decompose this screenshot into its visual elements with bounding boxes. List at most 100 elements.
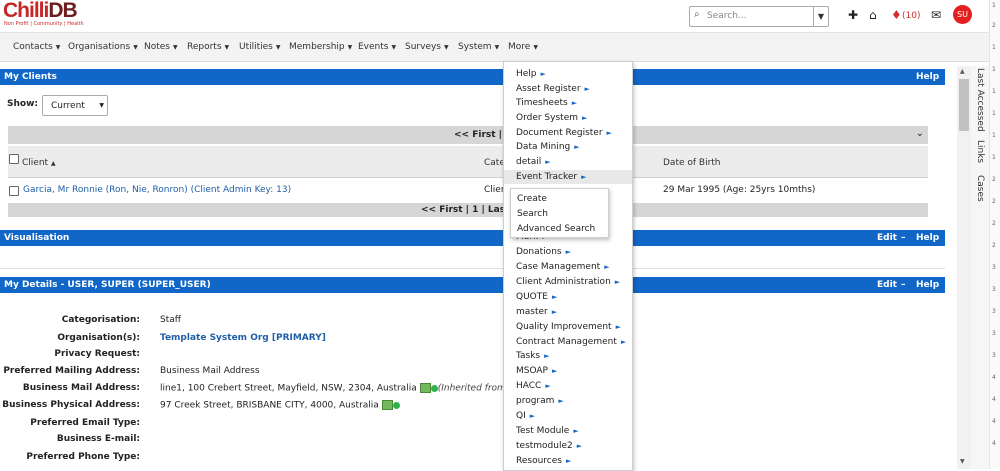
ruler-mark: 1 xyxy=(992,66,996,73)
submenu-item-advanced-search[interactable]: Advanced Search xyxy=(517,224,595,234)
nav-label: Contacts xyxy=(13,42,53,52)
organisation-link[interactable]: Template System Org [PRIMARY] xyxy=(160,333,326,343)
bell-icon[interactable]: ♦ xyxy=(891,8,902,22)
menu-item-resources[interactable]: Resources ► xyxy=(504,454,632,468)
nav-notes[interactable]: Notes ▼ xyxy=(144,42,178,52)
menu-item-contract-management[interactable]: Contract Management ► xyxy=(504,335,632,349)
chevron-down-icon[interactable]: ⌄ xyxy=(916,128,924,139)
detail-value-wrap: 97 Creek Street, BRISBANE CITY, 4000, Au… xyxy=(160,400,400,411)
column-header-category[interactable]: Cate xyxy=(484,158,505,168)
detail-label: Categorisation: xyxy=(61,315,140,325)
nav-system[interactable]: System ▼ xyxy=(458,42,499,52)
menu-item-help[interactable]: Help ► xyxy=(504,67,632,81)
menu-item-tasks[interactable]: Tasks ► xyxy=(504,349,632,363)
nav-events[interactable]: Events ▼ xyxy=(358,42,396,52)
caret-down-icon: ▼ xyxy=(173,44,178,51)
menu-item-timesheets[interactable]: Timesheets ► xyxy=(504,96,632,110)
avatar[interactable]: SU xyxy=(953,5,972,24)
menu-item-testmodule2[interactable]: testmodule2 ► xyxy=(504,439,632,453)
nav-membership[interactable]: Membership ▼ xyxy=(289,42,352,52)
help-link[interactable]: Help xyxy=(916,230,939,246)
edit-link[interactable]: Edit xyxy=(877,230,897,246)
visualisation-body xyxy=(0,246,945,269)
menu-item-order-system[interactable]: Order System ► xyxy=(504,111,632,125)
grid-pager-bottom: << First | 1 | Last > xyxy=(8,203,928,217)
nav-label: System xyxy=(458,42,492,52)
nav-surveys[interactable]: Surveys ▼ xyxy=(405,42,449,52)
help-link[interactable]: Help xyxy=(916,277,939,293)
caret-right-icon: ► xyxy=(571,99,578,107)
menu-item-detail[interactable]: detail ► xyxy=(504,155,632,169)
ruler-mark: 3 xyxy=(992,286,996,293)
menu-label: Client Administration xyxy=(516,277,611,287)
nav-contacts[interactable]: Contacts ▼ xyxy=(13,42,60,52)
detail-value-wrap: line1, 100 Crebert Street, Mayfield, NSW… xyxy=(160,383,514,394)
caret-down-icon: ▼ xyxy=(99,102,104,109)
menu-label: Donations xyxy=(516,247,562,257)
side-tab-cases[interactable]: Cases xyxy=(975,175,985,202)
home-icon[interactable]: ⌂ xyxy=(869,8,877,22)
edit-link[interactable]: Edit xyxy=(877,277,897,293)
scrollbar-thumb[interactable] xyxy=(959,79,969,131)
menu-item-test-module[interactable]: Test Module ► xyxy=(504,424,632,438)
submenu-item-search[interactable]: Search xyxy=(517,209,548,219)
ruler-mark: 4 xyxy=(992,440,996,447)
row-checkbox[interactable] xyxy=(9,186,19,196)
column-header-dob[interactable]: Date of Birth xyxy=(663,158,721,168)
menu-item-case-management[interactable]: Case Management ► xyxy=(504,260,632,274)
caret-right-icon: ► xyxy=(604,263,610,271)
collapse-button[interactable]: – xyxy=(901,230,906,246)
menu-item-event-tracker[interactable]: Event Tracker ► xyxy=(504,170,632,184)
menu-item-quality-improvement[interactable]: Quality Improvement ► xyxy=(504,320,632,334)
map-icon[interactable] xyxy=(381,400,393,410)
menu-label: QUOTE xyxy=(516,292,548,302)
scroll-down-icon[interactable]: ▼ xyxy=(960,458,965,465)
show-filter-select[interactable]: Current ▼ xyxy=(42,95,108,116)
side-tab-last-accessed[interactable]: Last Accessed xyxy=(975,68,985,132)
nav-more[interactable]: More ▼ xyxy=(508,42,538,52)
menu-item-data-mining[interactable]: Data Mining ► xyxy=(504,140,632,154)
caret-right-icon: ► xyxy=(584,85,590,93)
caret-right-icon: ► xyxy=(582,114,588,122)
menu-item-master[interactable]: master ► xyxy=(504,305,632,319)
menu-item-qi[interactable]: QI ► xyxy=(504,409,632,423)
ruler-mark: 4 xyxy=(992,374,996,381)
nav-label: Events xyxy=(358,42,389,52)
plus-icon[interactable]: ✚ xyxy=(848,8,858,22)
client-link[interactable]: Garcia, Mr Ronnie (Ron, Nie, Ronron) (Cl… xyxy=(23,185,291,195)
menu-item-asset-register[interactable]: Asset Register ► xyxy=(504,82,632,96)
nav-label: Utilities xyxy=(239,42,273,52)
menu-item-program[interactable]: program ► xyxy=(504,394,632,408)
mail-icon[interactable]: ✉ xyxy=(931,8,941,22)
search-input[interactable]: Search... xyxy=(707,11,747,21)
caret-right-icon: ► xyxy=(552,367,558,375)
nav-organisations[interactable]: Organisations ▼ xyxy=(68,42,138,52)
detail-row-preferred-mailing: Preferred Mailing Address: Business Mail… xyxy=(0,366,945,383)
panel-title: My Clients xyxy=(4,72,57,82)
select-all-checkbox[interactable] xyxy=(9,154,19,164)
notification-count[interactable]: (10) xyxy=(902,11,920,21)
column-header-client[interactable]: Client ▲ xyxy=(22,158,56,168)
menu-item-document-register[interactable]: Document Register ► xyxy=(504,126,632,140)
nav-utilities[interactable]: Utilities ▼ xyxy=(239,42,281,52)
ruler-mark: 2 xyxy=(992,198,996,205)
scroll-up-icon[interactable]: ▲ xyxy=(960,68,965,75)
global-search[interactable]: ⌕ Search... ▼ xyxy=(689,6,829,27)
nav-reports[interactable]: Reports ▼ xyxy=(187,42,229,52)
menu-item-msoap[interactable]: MSOAP ► xyxy=(504,364,632,378)
caret-down-icon: ▼ xyxy=(224,44,230,51)
submenu-item-create[interactable]: Create xyxy=(517,194,547,204)
map-icon[interactable] xyxy=(419,383,431,393)
search-dropdown-icon[interactable]: ▼ xyxy=(813,7,828,26)
menu-item-quote[interactable]: QUOTE ► xyxy=(504,290,632,304)
menu-item-client-administration[interactable]: Client Administration ► xyxy=(504,275,632,289)
main-nav: Contacts ▼ Organisations ▼ Notes ▼ Reports ▼… xyxy=(0,32,1000,62)
side-tab-links[interactable]: Links xyxy=(975,140,985,163)
menu-item-donations[interactable]: Donations ► xyxy=(504,245,632,259)
menu-item-hacc[interactable]: HACC ► xyxy=(504,379,632,393)
help-link[interactable]: Help xyxy=(916,69,939,85)
column-label: Client xyxy=(22,158,49,168)
caret-down-icon: ▼ xyxy=(533,44,538,51)
collapse-button[interactable]: – xyxy=(901,277,906,293)
chillidb-logo[interactable]: ChilliDB Non Profit | Community | Health xyxy=(3,0,84,27)
